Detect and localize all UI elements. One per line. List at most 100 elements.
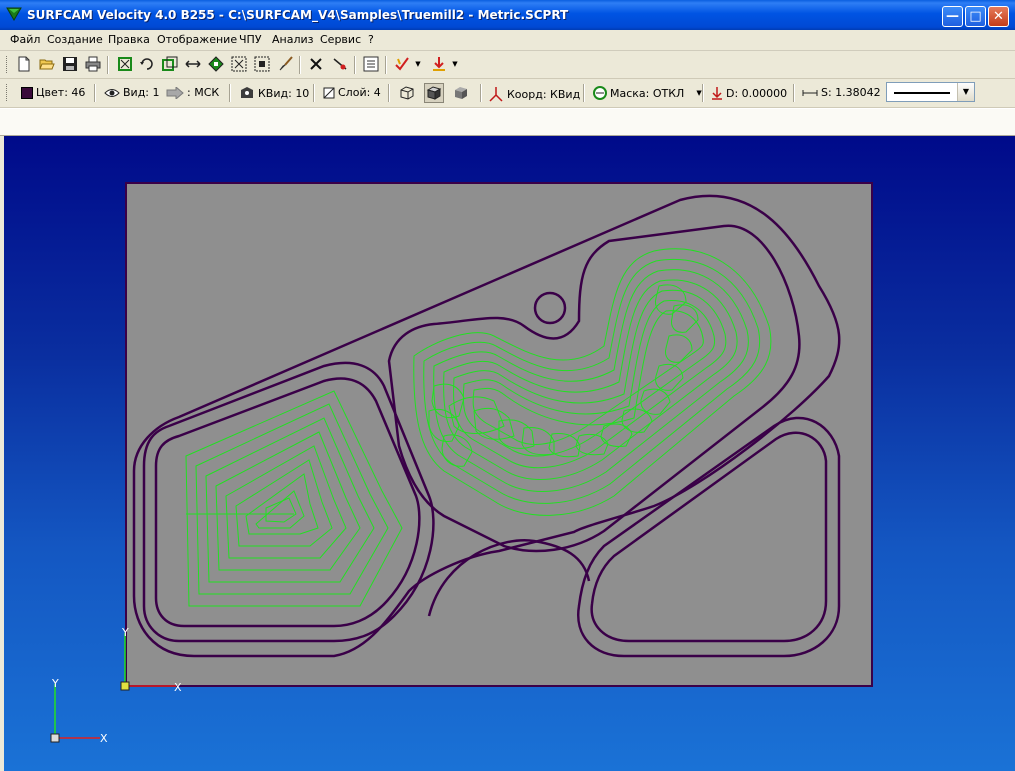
toolbar-separator bbox=[229, 84, 231, 102]
download-dropdown[interactable]: ▼ bbox=[449, 54, 461, 74]
new-file-button[interactable] bbox=[14, 54, 34, 74]
menu-create[interactable]: Создание bbox=[47, 33, 103, 46]
line-style-preview bbox=[894, 92, 950, 94]
rotate-button[interactable] bbox=[137, 54, 157, 74]
depth-indicator[interactable]: D: 0.00000 bbox=[711, 86, 787, 100]
toolbar-separator bbox=[480, 84, 482, 102]
world-axes: Y X bbox=[50, 677, 108, 745]
mask-label: Маска: ОТКЛ bbox=[610, 86, 685, 100]
maximize-button[interactable]: □ bbox=[965, 6, 986, 27]
menu-service[interactable]: Сервис bbox=[320, 33, 361, 46]
color-swatch-icon bbox=[21, 86, 33, 99]
save-icon bbox=[63, 57, 77, 71]
solid-cube-icon bbox=[455, 87, 467, 99]
minimize-button[interactable]: — bbox=[942, 6, 963, 27]
standard-toolbar: ▼ ▼ bbox=[0, 51, 1015, 79]
brush-icon bbox=[279, 56, 293, 71]
layer-label: Слой: 4 bbox=[338, 86, 381, 99]
delete-button[interactable] bbox=[306, 54, 326, 74]
view-indicator[interactable]: Вид: 1 bbox=[104, 86, 160, 99]
shaded-button[interactable] bbox=[424, 83, 444, 103]
coord-indicator[interactable]: Коорд: КВид bbox=[488, 86, 580, 102]
layer-indicator[interactable]: Слой: 4 bbox=[323, 86, 381, 99]
construction-view-indicator[interactable]: КВид: 10 bbox=[239, 86, 309, 100]
close-button[interactable]: ✕ bbox=[988, 6, 1009, 27]
surfcam-logo-icon bbox=[6, 7, 22, 21]
new-file-icon bbox=[18, 56, 30, 72]
menu-bar: Файл Создание Правка Отображение ЧПУ Ана… bbox=[0, 30, 1015, 51]
cad-drawing[interactable]: Y X Y X bbox=[4, 136, 1015, 771]
chevron-down-icon[interactable]: ▼ bbox=[696, 89, 701, 97]
calculator-button[interactable] bbox=[361, 54, 381, 74]
step-icon bbox=[802, 89, 818, 96]
toolbar-separator bbox=[313, 84, 315, 102]
cs-label: : МСК bbox=[187, 86, 220, 99]
select-all-icon bbox=[231, 56, 247, 72]
trim-button[interactable] bbox=[330, 54, 350, 74]
menu-cnc[interactable]: ЧПУ bbox=[239, 33, 262, 46]
rotate-icon bbox=[140, 58, 153, 70]
layer-icon bbox=[323, 87, 335, 98]
chevron-down-icon: ▼ bbox=[452, 60, 458, 68]
color-label: Цвет: 46 bbox=[36, 86, 86, 99]
menu-edit[interactable]: Правка bbox=[108, 33, 150, 46]
world-axis-x-label: X bbox=[100, 732, 108, 745]
axes-icon bbox=[489, 87, 503, 102]
minimize-icon: — bbox=[946, 9, 959, 24]
solid-button[interactable] bbox=[451, 83, 471, 103]
menu-help[interactable]: ? bbox=[368, 33, 374, 46]
toolbar-grip[interactable] bbox=[6, 56, 10, 73]
menu-analysis[interactable]: Анализ bbox=[272, 33, 314, 46]
fit-button[interactable] bbox=[206, 54, 226, 74]
arrow-right-icon bbox=[166, 86, 184, 99]
eye-icon bbox=[104, 88, 120, 97]
toolbar-separator bbox=[385, 56, 387, 74]
menu-file[interactable]: Файл bbox=[10, 33, 40, 46]
part-axis-x-label: X bbox=[174, 681, 182, 694]
mask-indicator[interactable]: Маска: ОТКЛ ▼ bbox=[593, 86, 702, 100]
toolbar-separator bbox=[583, 84, 585, 102]
zoom-all-icon bbox=[118, 57, 132, 71]
brush-button[interactable] bbox=[276, 54, 296, 74]
open-button[interactable] bbox=[37, 54, 57, 74]
toolbar-grip[interactable] bbox=[6, 84, 10, 101]
line-style-select[interactable]: ▼ bbox=[886, 82, 975, 102]
zoom-all-button[interactable] bbox=[115, 54, 135, 74]
toolbar-separator bbox=[107, 56, 109, 74]
view-label: Вид: 1 bbox=[123, 86, 160, 99]
wireframe-button[interactable] bbox=[397, 83, 417, 103]
chevron-down-icon[interactable]: ▼ bbox=[957, 83, 974, 101]
menu-display[interactable]: Отображение bbox=[157, 33, 237, 46]
check-tool-button[interactable] bbox=[392, 54, 412, 74]
open-folder-icon bbox=[39, 59, 55, 70]
shaded-cube-icon bbox=[426, 86, 442, 100]
toolbar-separator bbox=[94, 84, 96, 102]
construction-view-icon bbox=[241, 87, 253, 98]
coordinate-system-indicator[interactable]: : МСК bbox=[166, 86, 219, 99]
status-toolbar: Цвет: 46 Вид: 1 : МСК КВид: 10 Слой: 4 К… bbox=[0, 79, 1015, 108]
zoom-window-button[interactable] bbox=[160, 54, 180, 74]
part-axis-y-label: Y bbox=[121, 626, 129, 639]
window-title: SURFCAM Velocity 4.0 B255 - C:\SURFCAM_V… bbox=[27, 8, 569, 22]
color-indicator[interactable]: Цвет: 46 bbox=[21, 86, 85, 99]
step-label: S: 1.38042 bbox=[821, 86, 881, 99]
depth-label: D: 0.00000 bbox=[726, 86, 788, 100]
save-button[interactable] bbox=[60, 54, 80, 74]
check-tool-dropdown[interactable]: ▼ bbox=[412, 54, 424, 74]
world-axis-y-label: Y bbox=[51, 677, 59, 690]
grid-button[interactable] bbox=[252, 54, 272, 74]
pan-icon bbox=[185, 60, 201, 68]
pan-button[interactable] bbox=[183, 54, 203, 74]
print-button[interactable] bbox=[83, 54, 103, 74]
grid-icon bbox=[254, 56, 270, 72]
toolbar-separator bbox=[299, 56, 301, 74]
toolbar-separator bbox=[793, 84, 795, 102]
delete-icon bbox=[310, 58, 322, 70]
select-all-button[interactable] bbox=[229, 54, 249, 74]
trim-icon bbox=[333, 58, 347, 70]
cview-label: КВид: 10 bbox=[258, 86, 310, 100]
depth-icon bbox=[712, 87, 722, 100]
graphics-viewport[interactable]: Y X Y X bbox=[4, 136, 1015, 771]
step-indicator[interactable]: S: 1.38042 bbox=[802, 86, 881, 99]
download-button[interactable] bbox=[429, 54, 449, 74]
